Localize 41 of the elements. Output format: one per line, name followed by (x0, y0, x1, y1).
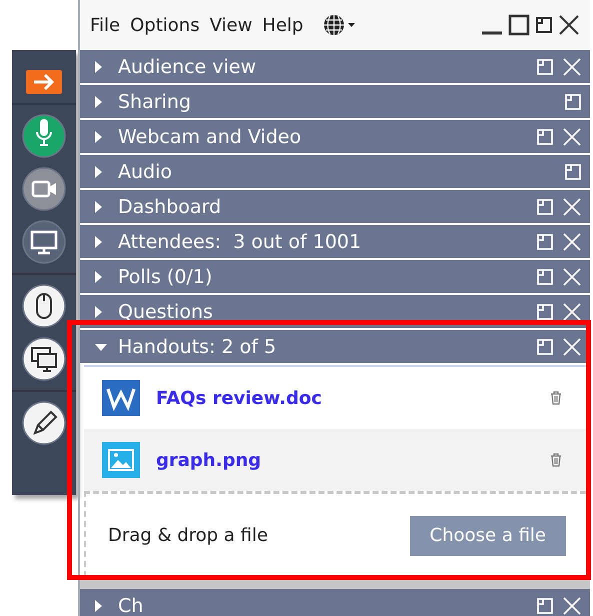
section-title: Handouts: 2 of 5 (118, 336, 276, 358)
close-icon[interactable] (558, 14, 580, 36)
section-title: Audio (118, 160, 172, 182)
menu-item[interactable]: View (210, 12, 252, 38)
menu-item[interactable]: Help (262, 12, 304, 38)
monitor-icon[interactable] (22, 220, 66, 264)
section-header[interactable]: Webcam and Video (80, 120, 590, 153)
choose-file-button[interactable]: Choose a file (410, 516, 566, 556)
section-header[interactable]: Audio (80, 155, 590, 188)
trash-icon[interactable] (550, 391, 562, 405)
section-title: Webcam and Video (118, 126, 302, 148)
microphone-icon[interactable] (22, 114, 66, 158)
section-title: Ch (118, 594, 144, 616)
trash-icon[interactable] (550, 453, 562, 467)
mouse-icon[interactable] (22, 284, 66, 328)
section-header[interactable]: Polls (0/1) (80, 260, 590, 293)
file-row[interactable]: graph.png (84, 429, 586, 491)
menu-item[interactable]: File (90, 12, 120, 38)
language-menu[interactable] (323, 14, 358, 36)
drop-hint: Drag & drop a file (108, 524, 268, 548)
section-title: Dashboard (118, 196, 222, 218)
section-title: Questions (118, 300, 213, 322)
section-title: Sharing (118, 90, 191, 112)
camera-icon[interactable] (22, 167, 66, 211)
section-header[interactable]: Audience view (80, 50, 590, 83)
section-header[interactable]: Sharing (80, 85, 590, 118)
maximize-icon[interactable] (508, 14, 530, 36)
screens-icon[interactable] (22, 337, 66, 381)
popout-icon[interactable] (534, 15, 554, 35)
menu-item[interactable]: Options (130, 12, 200, 38)
section-header[interactable]: Attendees: 3 out of 1001 (80, 225, 590, 258)
pencil-icon[interactable] (22, 401, 66, 445)
section-header[interactable]: Ch (80, 589, 590, 616)
file-link[interactable]: FAQs review.doc (156, 384, 322, 412)
section-title: Polls (0/1) (118, 266, 212, 288)
section-header[interactable]: Dashboard (80, 190, 590, 223)
word-document-icon (102, 380, 140, 416)
section-title: Audience view (118, 56, 256, 78)
image-file-icon (102, 442, 140, 478)
file-link[interactable]: graph.png (156, 446, 262, 474)
section-title: Attendees: 3 out of 1001 (118, 230, 362, 252)
